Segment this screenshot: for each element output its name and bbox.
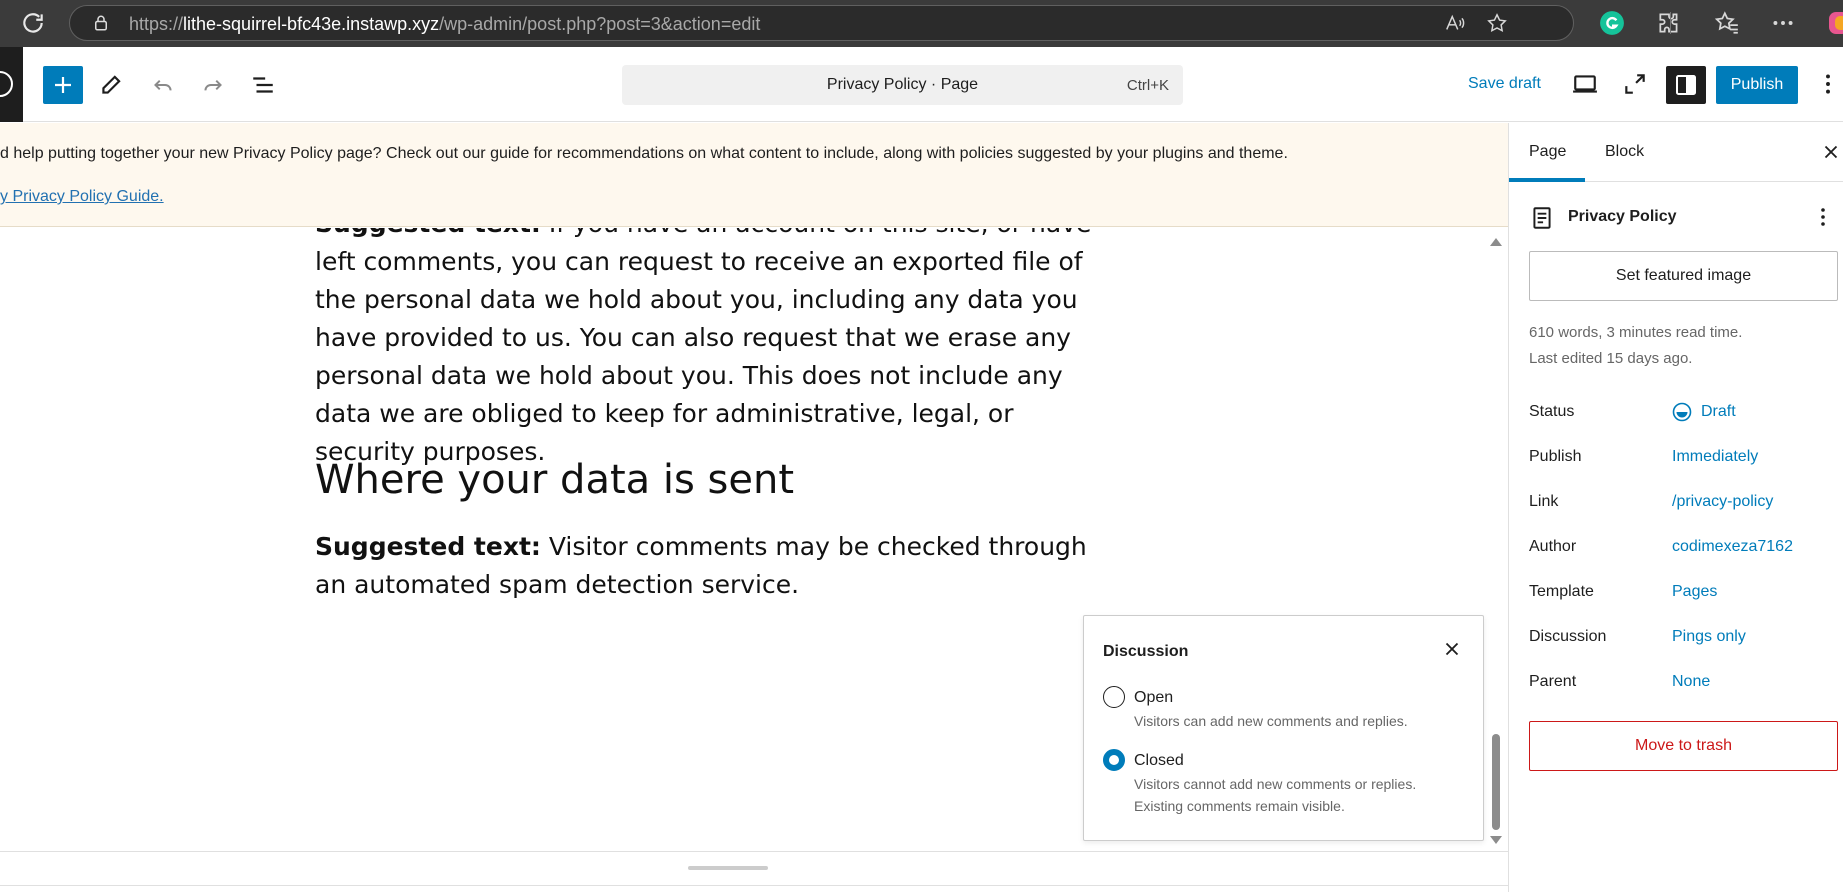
scroll-down-arrow[interactable]	[1490, 836, 1502, 844]
scroll-up-arrow[interactable]	[1490, 238, 1502, 246]
post-title: Privacy Policy	[1568, 208, 1677, 225]
set-featured-image-button[interactable]: Set featured image	[1529, 251, 1838, 301]
close-icon[interactable]	[1441, 638, 1463, 660]
settings-toggle-button[interactable]	[1666, 66, 1706, 104]
publish-label: Publish	[1529, 448, 1582, 465]
template-value[interactable]: Pages	[1672, 583, 1717, 601]
footer-divider	[0, 885, 1508, 886]
canvas-scrollbar[interactable]	[1488, 236, 1502, 846]
word-count: 610 words, 3 minutes read time.	[1529, 324, 1743, 341]
option-label: Closed	[1134, 752, 1184, 769]
status-value[interactable]: Draft	[1701, 403, 1736, 421]
option-label: Open	[1134, 689, 1174, 706]
grammarly-icon[interactable]	[1599, 10, 1625, 36]
publish-button[interactable]: Publish	[1716, 66, 1798, 104]
privacy-policy-notice: d help putting together your new Privacy…	[0, 123, 1508, 227]
draft-status-icon	[1672, 402, 1692, 422]
parent-label: Parent	[1529, 673, 1577, 690]
template-label: Template	[1529, 583, 1594, 600]
author-label: Author	[1529, 538, 1577, 555]
address-bar[interactable]: https://lithe-squirrel-bfc43e.instawp.xy…	[69, 5, 1574, 41]
redo-icon[interactable]	[200, 72, 226, 98]
fullscreen-icon[interactable]	[1622, 71, 1648, 97]
favorites-icon[interactable]	[1714, 10, 1740, 36]
read-aloud-icon[interactable]	[1444, 12, 1466, 34]
save-draft-button[interactable]: Save draft	[1468, 75, 1541, 93]
publish-value[interactable]: Immediately	[1672, 448, 1758, 466]
radio-closed[interactable]	[1103, 749, 1125, 771]
resize-handle[interactable]	[688, 866, 768, 870]
pencil-tools-icon[interactable]	[98, 72, 124, 98]
editor-toolbar: Privacy Policy · Page Ctrl+K Save draft …	[0, 47, 1843, 122]
more-options-icon[interactable]	[1811, 205, 1835, 229]
link-label: Link	[1529, 493, 1559, 510]
extensions-icon[interactable]	[1656, 10, 1682, 36]
wordpress-logo-button[interactable]	[0, 47, 23, 122]
toolbar-separator	[1670, 12, 1671, 34]
sidebar-icon	[1676, 75, 1696, 95]
parent-value[interactable]: None	[1672, 673, 1710, 691]
heading-block[interactable]: Where your data is sent	[315, 457, 794, 503]
popover-title: Discussion	[1103, 643, 1189, 660]
paragraph-block[interactable]: Suggested text: If you have an account o…	[315, 228, 1095, 471]
url-text[interactable]: https://lithe-squirrel-bfc43e.instawp.xy…	[129, 14, 760, 35]
tab-page[interactable]: Page	[1529, 143, 1566, 161]
options-icon[interactable]	[1815, 71, 1841, 97]
keyboard-shortcut: Ctrl+K	[1126, 77, 1169, 94]
document-title: Privacy Policy · Page	[826, 76, 979, 93]
page-icon	[1529, 205, 1555, 231]
paragraph-block[interactable]: Suggested text: Visitor comments may be …	[315, 528, 1095, 604]
move-to-trash-button[interactable]: Move to trash	[1529, 721, 1838, 771]
reload-icon[interactable]	[20, 10, 46, 36]
scroll-thumb[interactable]	[1492, 734, 1500, 830]
discussion-label: Discussion	[1529, 628, 1607, 645]
last-edited: Last edited 15 days ago.	[1529, 350, 1693, 367]
browser-bar: https://lithe-squirrel-bfc43e.instawp.xy…	[0, 0, 1843, 47]
sidebar-tabs: Page Block	[1509, 123, 1843, 182]
tab-block[interactable]: Block	[1605, 143, 1644, 161]
discussion-value[interactable]: Pings only	[1672, 628, 1746, 646]
more-icon[interactable]	[1770, 10, 1796, 36]
option-help: Visitors can add new comments and replie…	[1134, 713, 1408, 729]
link-value[interactable]: /privacy-policy	[1672, 493, 1773, 511]
option-help: Visitors cannot add new comments or repl…	[1134, 776, 1417, 814]
undo-icon[interactable]	[150, 72, 176, 98]
lock-icon[interactable]	[92, 14, 110, 32]
radio-open[interactable]	[1103, 686, 1125, 708]
copilot-icon[interactable]	[1827, 10, 1843, 36]
notice-text: d help putting together your new Privacy…	[0, 145, 1288, 162]
status-label: Status	[1529, 403, 1575, 420]
active-tab-indicator	[1509, 178, 1585, 182]
add-block-button[interactable]	[43, 66, 83, 104]
favorite-icon[interactable]	[1486, 12, 1508, 34]
command-palette-button[interactable]: Privacy Policy · Page Ctrl+K	[622, 65, 1183, 105]
close-icon[interactable]	[1820, 141, 1842, 163]
editor-footer	[0, 851, 1508, 892]
author-value[interactable]: codimexeza7162	[1672, 538, 1793, 556]
privacy-policy-guide-link[interactable]: y Privacy Policy Guide.	[0, 188, 164, 206]
plus-icon	[55, 77, 71, 93]
discussion-popover: Discussion Open Visitors can add new com…	[1083, 615, 1484, 841]
settings-sidebar: Page Block Privacy Policy Set featured i…	[1508, 123, 1843, 892]
list-view-icon[interactable]	[250, 72, 276, 98]
preview-desktop-icon[interactable]	[1572, 71, 1598, 97]
